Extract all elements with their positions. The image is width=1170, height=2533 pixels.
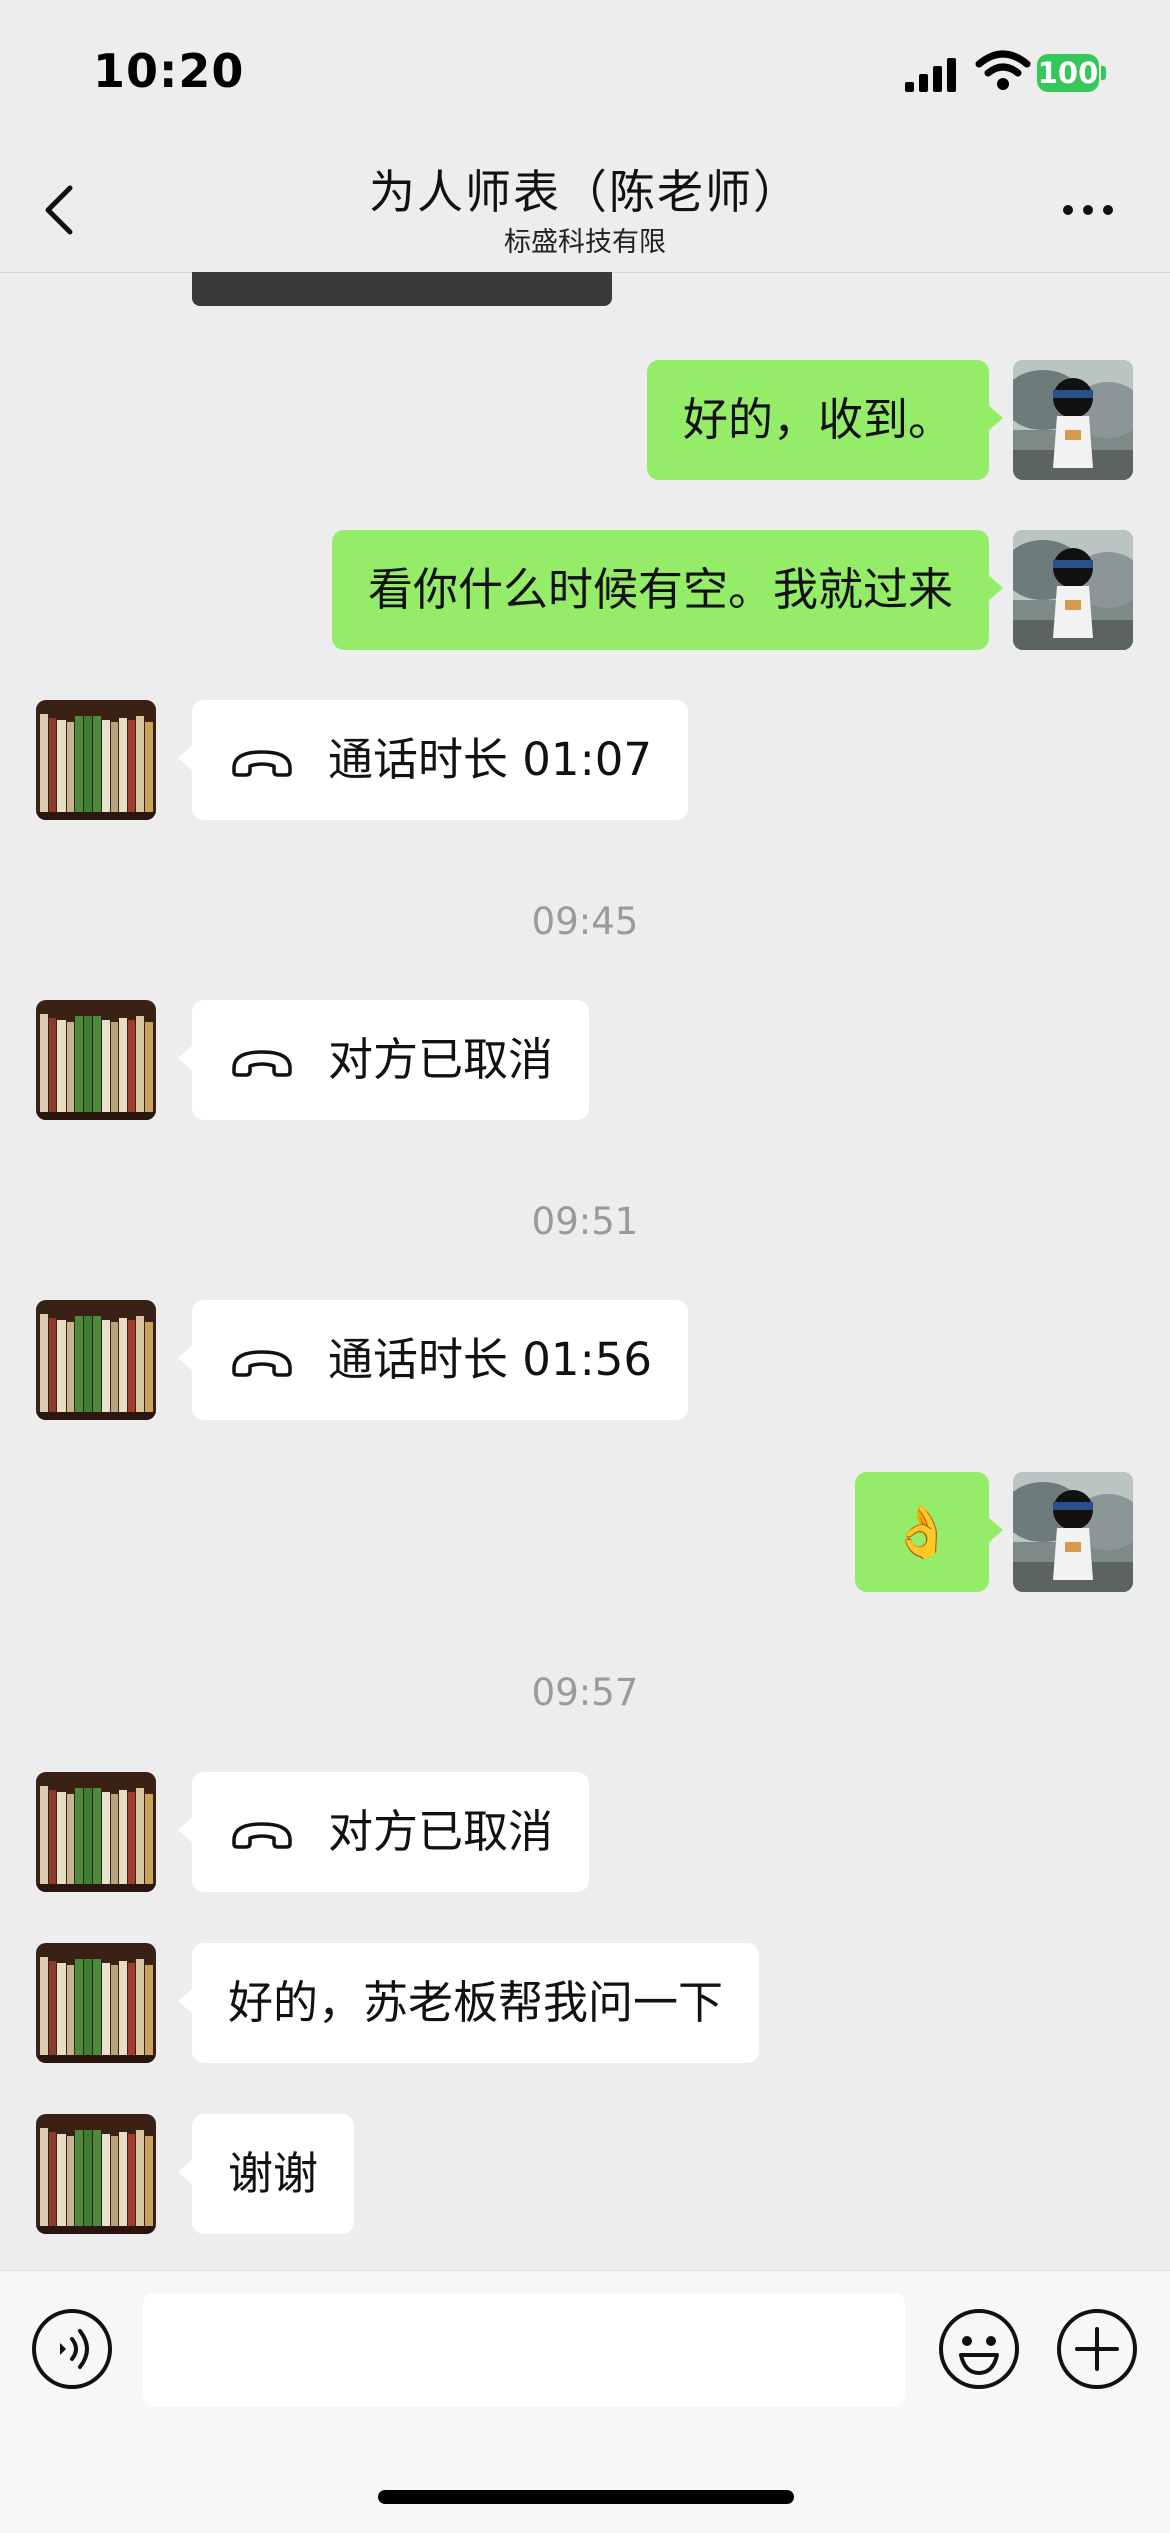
contact-avatar[interactable] [36,2114,156,2234]
battery-tip [1101,66,1106,80]
more-icon[interactable] [1058,190,1118,230]
chat-header: 为人师表（陈老师） 标盛科技有限 [0,140,1170,273]
cellular-signal-icon [905,58,956,92]
status-bar: 10:20 100 [0,0,1170,140]
call-record-text: 通话时长 01:07 [328,733,652,786]
timestamp-separator: 09:51 [531,1200,639,1243]
call-record-bubble[interactable]: 通话时长 01:07 [178,700,688,820]
contact-avatar[interactable] [36,700,156,820]
chat-subtitle: 标盛科技有限 [504,227,666,258]
call-record-text: 对方已取消 [328,1033,554,1086]
emoji-icon[interactable] [937,2307,1021,2391]
timestamp-separator: 09:57 [531,1671,639,1714]
battery-indicator: 100 [1037,54,1106,92]
plus-icon[interactable] [1055,2307,1139,2391]
phone-call-icon [228,1342,296,1378]
message-input[interactable] [143,2293,905,2407]
contact-avatar[interactable] [36,1772,156,1892]
call-record-bubble[interactable]: 对方已取消 [177,1000,590,1120]
sent-emoji-bubble[interactable]: 👌 [854,1472,1004,1592]
my-avatar[interactable] [1013,1472,1133,1592]
battery-level: 100 [1037,54,1099,92]
status-time: 10:20 [93,44,245,98]
contact-avatar[interactable] [36,1300,156,1420]
phone-call-icon [228,1814,296,1850]
wifi-icon [975,50,1031,90]
home-indicator [378,2490,794,2504]
my-avatar[interactable] [1013,530,1133,650]
chat-title[interactable]: 为人师表（陈老师） [0,156,1170,222]
contact-avatar[interactable] [36,1000,156,1120]
call-record-bubble[interactable]: 对方已取消 [177,1772,590,1892]
received-message-bubble[interactable]: 好的，苏老板帮我问一下 [177,1943,760,2063]
my-avatar[interactable] [1013,360,1133,480]
image-message-fragment[interactable] [192,272,612,306]
call-record-text: 通话时长 01:56 [328,1333,652,1386]
sent-message-bubble[interactable]: 看你什么时候有空。我就过来 [331,530,1004,650]
call-record-text: 对方已取消 [328,1805,554,1858]
received-message-bubble[interactable]: 谢谢 [177,2114,355,2234]
sent-message-bubble[interactable]: 好的，收到。 [646,360,1004,480]
voice-icon[interactable] [30,2307,114,2391]
phone-call-icon [228,742,296,778]
phone-call-icon [228,1042,296,1078]
call-record-bubble[interactable]: 通话时长 01:56 [178,1300,688,1420]
contact-avatar[interactable] [36,1943,156,2063]
timestamp-separator: 09:45 [531,900,639,943]
